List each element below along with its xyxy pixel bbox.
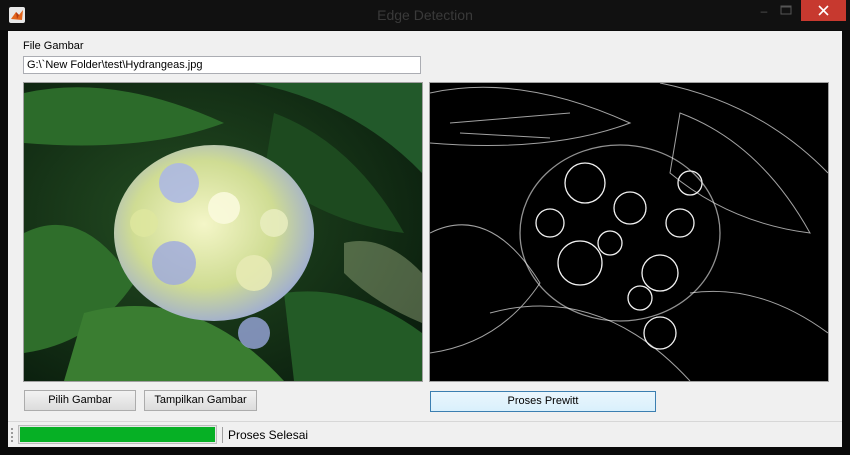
minimize-icon: – xyxy=(760,4,768,18)
window-title: Edge Detection xyxy=(377,7,473,23)
form-body: File Gambar G:\`New Folder\test\Hydrange… xyxy=(8,31,842,421)
close-button[interactable] xyxy=(801,0,846,21)
original-image-panel xyxy=(23,82,423,382)
maximize-button[interactable] xyxy=(773,0,799,22)
file-path-input[interactable] xyxy=(23,56,421,74)
grip-icon xyxy=(11,428,13,442)
hydrangea-photo xyxy=(24,83,422,381)
prewitt-process-button[interactable]: Proses Prewitt xyxy=(430,391,656,412)
app-window: Edge Detection – File Gambar G:\`New Fol… xyxy=(0,0,850,455)
status-bar: Proses Selesai xyxy=(8,421,842,447)
close-icon xyxy=(818,5,829,16)
choose-image-button[interactable]: Pilih Gambar xyxy=(24,390,136,411)
file-label: File Gambar xyxy=(23,40,84,52)
progress-fill xyxy=(20,427,215,442)
status-separator xyxy=(222,427,223,443)
maximize-icon xyxy=(780,5,792,15)
show-image-button[interactable]: Tampilkan Gambar xyxy=(144,390,257,411)
edge-image-panel xyxy=(429,82,829,382)
status-text: Proses Selesai xyxy=(228,428,309,442)
progress-bar xyxy=(18,425,217,444)
prewitt-edge-result xyxy=(430,83,828,381)
title-bar[interactable]: Edge Detection – xyxy=(0,0,850,30)
